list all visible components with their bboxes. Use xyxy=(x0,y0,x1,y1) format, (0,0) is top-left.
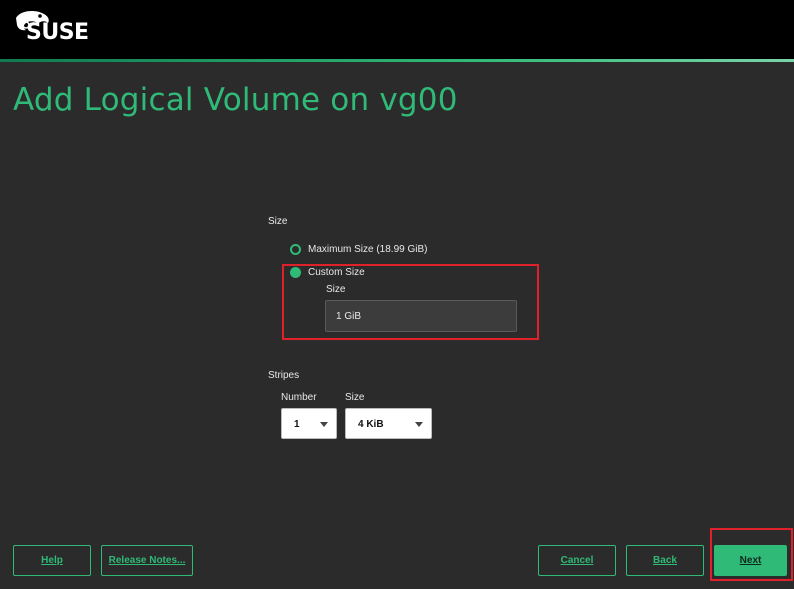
suse-logo-text: SUSE xyxy=(26,20,89,45)
stripes-size-value: 4 KiB xyxy=(358,419,384,430)
stripes-number-value: 1 xyxy=(294,419,300,430)
stripes-number-select[interactable]: 1 xyxy=(281,408,337,439)
custom-size-field-label: Size xyxy=(326,284,346,295)
chevron-down-icon xyxy=(415,422,423,427)
help-button[interactable]: Help xyxy=(13,545,91,576)
stripes-number-label: Number xyxy=(281,392,317,403)
stripes-section-label: Stripes xyxy=(268,370,300,381)
release-notes-button[interactable]: Release Notes... xyxy=(101,545,193,576)
maximum-size-radio[interactable] xyxy=(290,244,301,255)
size-section-label: Size xyxy=(268,216,288,227)
cancel-button[interactable]: Cancel xyxy=(538,545,616,576)
stripes-size-label: Size xyxy=(345,392,365,403)
next-button[interactable]: Next xyxy=(714,545,787,576)
custom-size-label[interactable]: Custom Size xyxy=(308,267,365,278)
back-button[interactable]: Back xyxy=(626,545,704,576)
page-title: Add Logical Volume on vg00 xyxy=(13,82,458,118)
chevron-down-icon xyxy=(320,422,328,427)
custom-size-input[interactable] xyxy=(325,300,517,332)
header-bar: SUSE xyxy=(0,0,794,59)
header-accent-line xyxy=(0,59,794,62)
custom-size-radio[interactable] xyxy=(290,267,301,278)
maximum-size-label[interactable]: Maximum Size (18.99 GiB) xyxy=(308,244,427,255)
stripes-size-select[interactable]: 4 KiB xyxy=(345,408,432,439)
